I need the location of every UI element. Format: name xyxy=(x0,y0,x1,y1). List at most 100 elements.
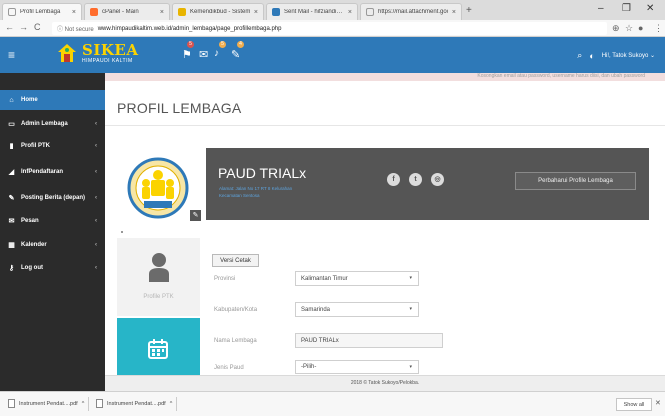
ptk-card-label: Profile PTK xyxy=(143,294,174,300)
chevron-up-icon[interactable]: ^ xyxy=(170,401,173,407)
star-icon[interactable]: ☆ xyxy=(625,23,633,34)
site-favicon xyxy=(178,8,186,16)
chevron-down-icon: ▾ xyxy=(409,306,412,312)
bell-icon[interactable]: ♪ xyxy=(214,48,219,59)
tab-label: Profil Lembaga xyxy=(20,9,61,15)
institution-name-value: PAUD TRIALx xyxy=(301,337,339,344)
envelope-icon[interactable]: ✉ xyxy=(199,48,208,61)
search-icon[interactable]: ⌕ xyxy=(577,50,582,61)
edit-logo-button[interactable]: ✎ xyxy=(190,210,201,221)
close-tab-icon[interactable]: × xyxy=(72,9,76,16)
twitter-icon[interactable]: t xyxy=(409,173,422,186)
sidebar-item-profil-ptk[interactable]: ▮ Profil PTK ‹ xyxy=(0,134,105,158)
sidebar-item-posting-berita[interactable]: ✎ Posting Berita (depan) ‹ xyxy=(0,186,105,210)
sidebar-item-label: Home xyxy=(21,97,38,103)
security-indicator[interactable]: ⓘ Not secure xyxy=(57,24,94,33)
extension-icon[interactable]: ● xyxy=(638,23,643,33)
browser-tab[interactable]: cPanel - Main × xyxy=(84,3,170,20)
city-select[interactable]: Samarinda ▾ xyxy=(295,302,419,317)
forward-icon[interactable]: → xyxy=(19,22,28,32)
browser-tab[interactable]: Kemendikbud - Sistem… × xyxy=(172,3,264,20)
institution-address: Alamat: Jalan No 17 RT 8 Kelurahan Kecam… xyxy=(219,185,292,199)
sidebar-item-kalender[interactable]: ▦ Kalender ‹ xyxy=(0,233,105,257)
divider xyxy=(176,397,177,411)
close-tab-icon[interactable]: × xyxy=(254,9,258,16)
chevron-up-icon[interactable]: ^ xyxy=(82,401,85,407)
cpanel-favicon xyxy=(90,8,98,16)
browser-tab[interactable]: Sent Mail - hifziandi… × xyxy=(266,3,358,20)
download-item[interactable]: Instrument Pendat....pdf ^ xyxy=(96,399,172,408)
instagram-icon[interactable]: ◎ xyxy=(431,173,444,186)
logo-subtext: HIMPAUDI KALTIM xyxy=(82,57,133,64)
download-shelf: Instrument Pendat....pdf ^ Instrument Pe… xyxy=(0,391,665,416)
home-icon: ⌂ xyxy=(9,96,14,104)
file-icon xyxy=(8,399,15,408)
province-select[interactable]: Kalimantan Timur ▾ xyxy=(295,271,419,286)
chevron-left-icon: ‹ xyxy=(95,169,97,175)
paud-type-select[interactable]: -Pilih- ▾ xyxy=(295,360,419,374)
page-favicon xyxy=(366,8,374,16)
tab-label: Kemendikbud - Sistem… xyxy=(190,9,250,15)
tasks-icon[interactable]: ✎ xyxy=(231,48,240,61)
sidebar-item-home[interactable]: ⌂ Home xyxy=(0,90,105,110)
browser-tab[interactable]: Profil Lembaga × xyxy=(2,3,82,20)
ptk-profile-card[interactable]: Profile PTK xyxy=(117,238,200,316)
close-tab-icon[interactable]: × xyxy=(160,9,164,16)
page-footer: 2018 © Tatok Sukoyo/Pelokba. xyxy=(105,375,665,391)
file-icon xyxy=(96,399,103,408)
hamburger-menu-icon[interactable]: ≡ xyxy=(8,48,15,62)
tab-label: Sent Mail - hifziandi… xyxy=(284,9,343,15)
province-label: Provinsi xyxy=(214,276,236,282)
chevron-left-icon: ‹ xyxy=(95,121,97,127)
paud-type-label: Jenis Paud xyxy=(214,365,244,371)
show-all-downloads-button[interactable]: Show all xyxy=(616,398,652,411)
browser-tab-strip: Profil Lembaga × cPanel - Main × Kemendi… xyxy=(0,0,665,20)
book-icon: ▮ xyxy=(9,143,14,150)
zoom-icon[interactable]: ⊕ xyxy=(612,23,620,34)
close-tab-icon[interactable]: × xyxy=(348,9,352,16)
institution-name-field[interactable]: PAUD TRIALx xyxy=(295,333,443,348)
sidebar-item-pesan[interactable]: ✉ Pesan ‹ xyxy=(0,209,105,233)
chevron-down-icon: ▾ xyxy=(409,275,412,281)
close-icon[interactable]: ✕ xyxy=(655,399,661,407)
chevron-left-icon: ‹ xyxy=(95,143,97,149)
logo-emblem-icon xyxy=(58,44,76,62)
page-title: PROFIL LEMBAGA xyxy=(117,100,242,116)
alert-bar: Kosongkan email atau password, username … xyxy=(105,73,665,81)
flag-icon[interactable]: ⚑ xyxy=(182,48,192,61)
bullet-dot xyxy=(121,231,123,233)
notification-badge: 4 xyxy=(237,41,244,48)
sidebar-item-label: Posting Berita (depan) xyxy=(21,195,86,201)
download-filename: Instrument Pendat....pdf xyxy=(19,400,78,407)
chevron-left-icon: ‹ xyxy=(95,242,97,248)
close-tab-icon[interactable]: × xyxy=(452,9,456,16)
back-icon[interactable]: ← xyxy=(5,22,14,32)
new-tab-button[interactable]: + xyxy=(466,5,472,16)
sidebar-item-label: Admin Lembaga xyxy=(21,121,68,127)
download-item[interactable]: Instrument Pendat....pdf ^ xyxy=(8,399,84,408)
print-version-button[interactable]: Versi Cetak xyxy=(212,254,259,267)
url-field[interactable]: ⓘ Not secure www.himpaudikaltim.web.id/a… xyxy=(52,22,607,35)
reload-icon[interactable]: C xyxy=(34,22,41,32)
update-profile-button[interactable]: Perbaharui Profile Lembaga xyxy=(515,172,636,190)
sidebar-item-inf-pendaftaran[interactable]: ◢ InfPendaftaran ‹ xyxy=(0,160,105,184)
notification-badge: 5 xyxy=(219,41,226,48)
chevron-left-icon: ‹ xyxy=(95,265,97,271)
facebook-icon[interactable]: f xyxy=(387,173,400,186)
sidebar-item-admin-lembaga[interactable]: ▭ Admin Lembaga ‹ xyxy=(0,112,105,136)
chevron-left-icon: ‹ xyxy=(95,218,97,224)
user-menu[interactable]: Hi!, Tatok Sukoyo ⌄ xyxy=(602,52,655,59)
menu-icon[interactable]: ⋮ xyxy=(654,23,663,34)
sidebar-item-log-out[interactable]: ⚷ Log out ‹ xyxy=(0,256,105,280)
app-logo[interactable]: SIKEA HIMPAUDI KALTIM xyxy=(56,42,138,64)
app-navbar: ≡ SIKEA HIMPAUDI KALTIM ⚑ 5 ✉ ♪ 5 ✎ 4 ⌕ … xyxy=(0,37,665,73)
envelope-icon: ✉ xyxy=(8,218,15,225)
maximize-icon[interactable]: ❐ xyxy=(622,3,631,14)
close-window-icon[interactable]: ✕ xyxy=(646,3,654,14)
user-icon[interactable]: ◐ xyxy=(589,51,594,61)
browser-tab[interactable]: https://mail.attachment.google… × xyxy=(360,3,462,20)
sidebar-item-label: InfPendaftaran xyxy=(21,169,64,175)
institution-name-label: Nama Lembaga xyxy=(214,338,257,344)
pencil-icon: ✎ xyxy=(8,195,15,202)
minimize-icon[interactable]: – xyxy=(598,3,604,14)
